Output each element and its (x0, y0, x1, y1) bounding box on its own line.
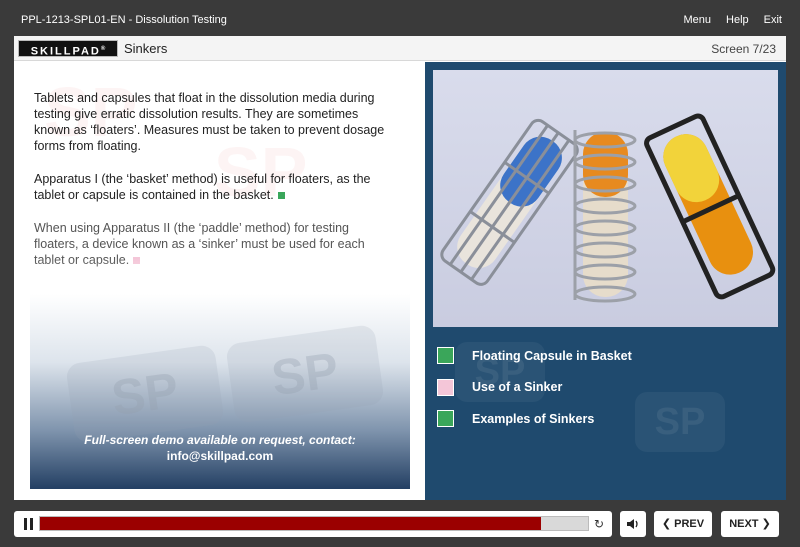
wire-sinker (644, 113, 776, 300)
player-controls: ↻ ❮ PREV NEXT ❯ (14, 511, 786, 537)
legend-item-examples-of-sinkers[interactable]: Examples of Sinkers (437, 403, 632, 435)
sp-watermark-icon: SP (65, 343, 225, 445)
pink-square-icon (437, 378, 454, 396)
exit-link[interactable]: Exit (764, 14, 782, 26)
course-title: PPL-1213-SPL01-EN - Dissolution Testing (21, 14, 227, 26)
top-menu: Menu Help Exit (684, 14, 783, 26)
legend-label: Use of a Sinker (472, 380, 563, 395)
legend: Floating Capsule in Basket Use of a Sink… (437, 340, 632, 435)
text-panel: SP SP Tablets and capsules that float in… (14, 62, 425, 500)
progress-bar-container: ↻ (14, 511, 612, 537)
title-bar: PPL-1213-SPL01-EN - Dissolution Testing … (0, 0, 800, 36)
speaker-icon (627, 519, 638, 529)
screen-header: SKILLPAD® Sinkers Screen 7/23 (14, 36, 786, 61)
demo-email: info@skillpad.com (166, 449, 274, 463)
skillpad-logo: SKILLPAD® (18, 40, 118, 58)
sound-button[interactable] (620, 511, 646, 537)
coil-sinker (573, 130, 637, 303)
demo-contact-text: Full-screen demo available on request, c… (84, 433, 356, 447)
basket-sinker (440, 118, 579, 286)
body-paragraph: Tablets and capsules that float in the d… (34, 91, 385, 153)
progress-track[interactable] (39, 516, 589, 531)
next-button[interactable]: NEXT ❯ (721, 511, 779, 537)
legend-item-floating-capsule[interactable]: Floating Capsule in Basket (437, 340, 632, 372)
screen-counter: Screen 7/23 (711, 42, 776, 56)
green-square-icon (437, 347, 454, 365)
progress-fill (40, 517, 542, 530)
content-frame: SKILLPAD® Sinkers Screen 7/23 SP SP Tabl… (14, 36, 786, 500)
section-title: Sinkers (124, 41, 168, 56)
help-link[interactable]: Help (726, 14, 749, 26)
sinkers-photo (433, 70, 778, 327)
green-marker-icon (276, 191, 286, 201)
legend-label: Examples of Sinkers (472, 411, 595, 426)
body-paragraph: Apparatus I (the ‘basket’ method) is use… (34, 172, 371, 202)
replay-icon[interactable]: ↻ (594, 517, 604, 531)
legend-item-use-of-sinker[interactable]: Use of a Sinker (437, 372, 632, 404)
sinkers-illustration (440, 113, 776, 303)
pause-icon[interactable] (24, 518, 34, 530)
menu-link[interactable]: Menu (684, 14, 712, 26)
sp-watermark-icon: SP (635, 392, 725, 452)
legend-label: Floating Capsule in Basket (472, 348, 632, 363)
demo-message: Full-screen demo available on request, c… (30, 432, 410, 464)
sp-watermark-icon: SP (225, 323, 385, 425)
green-square-icon (437, 410, 454, 428)
media-panel: SP SP Floating Capsule in Basket Use of … (425, 62, 786, 500)
prev-button[interactable]: ❮ PREV (654, 511, 712, 537)
demo-banner: SP SP Full-screen demo available on requ… (30, 294, 410, 489)
